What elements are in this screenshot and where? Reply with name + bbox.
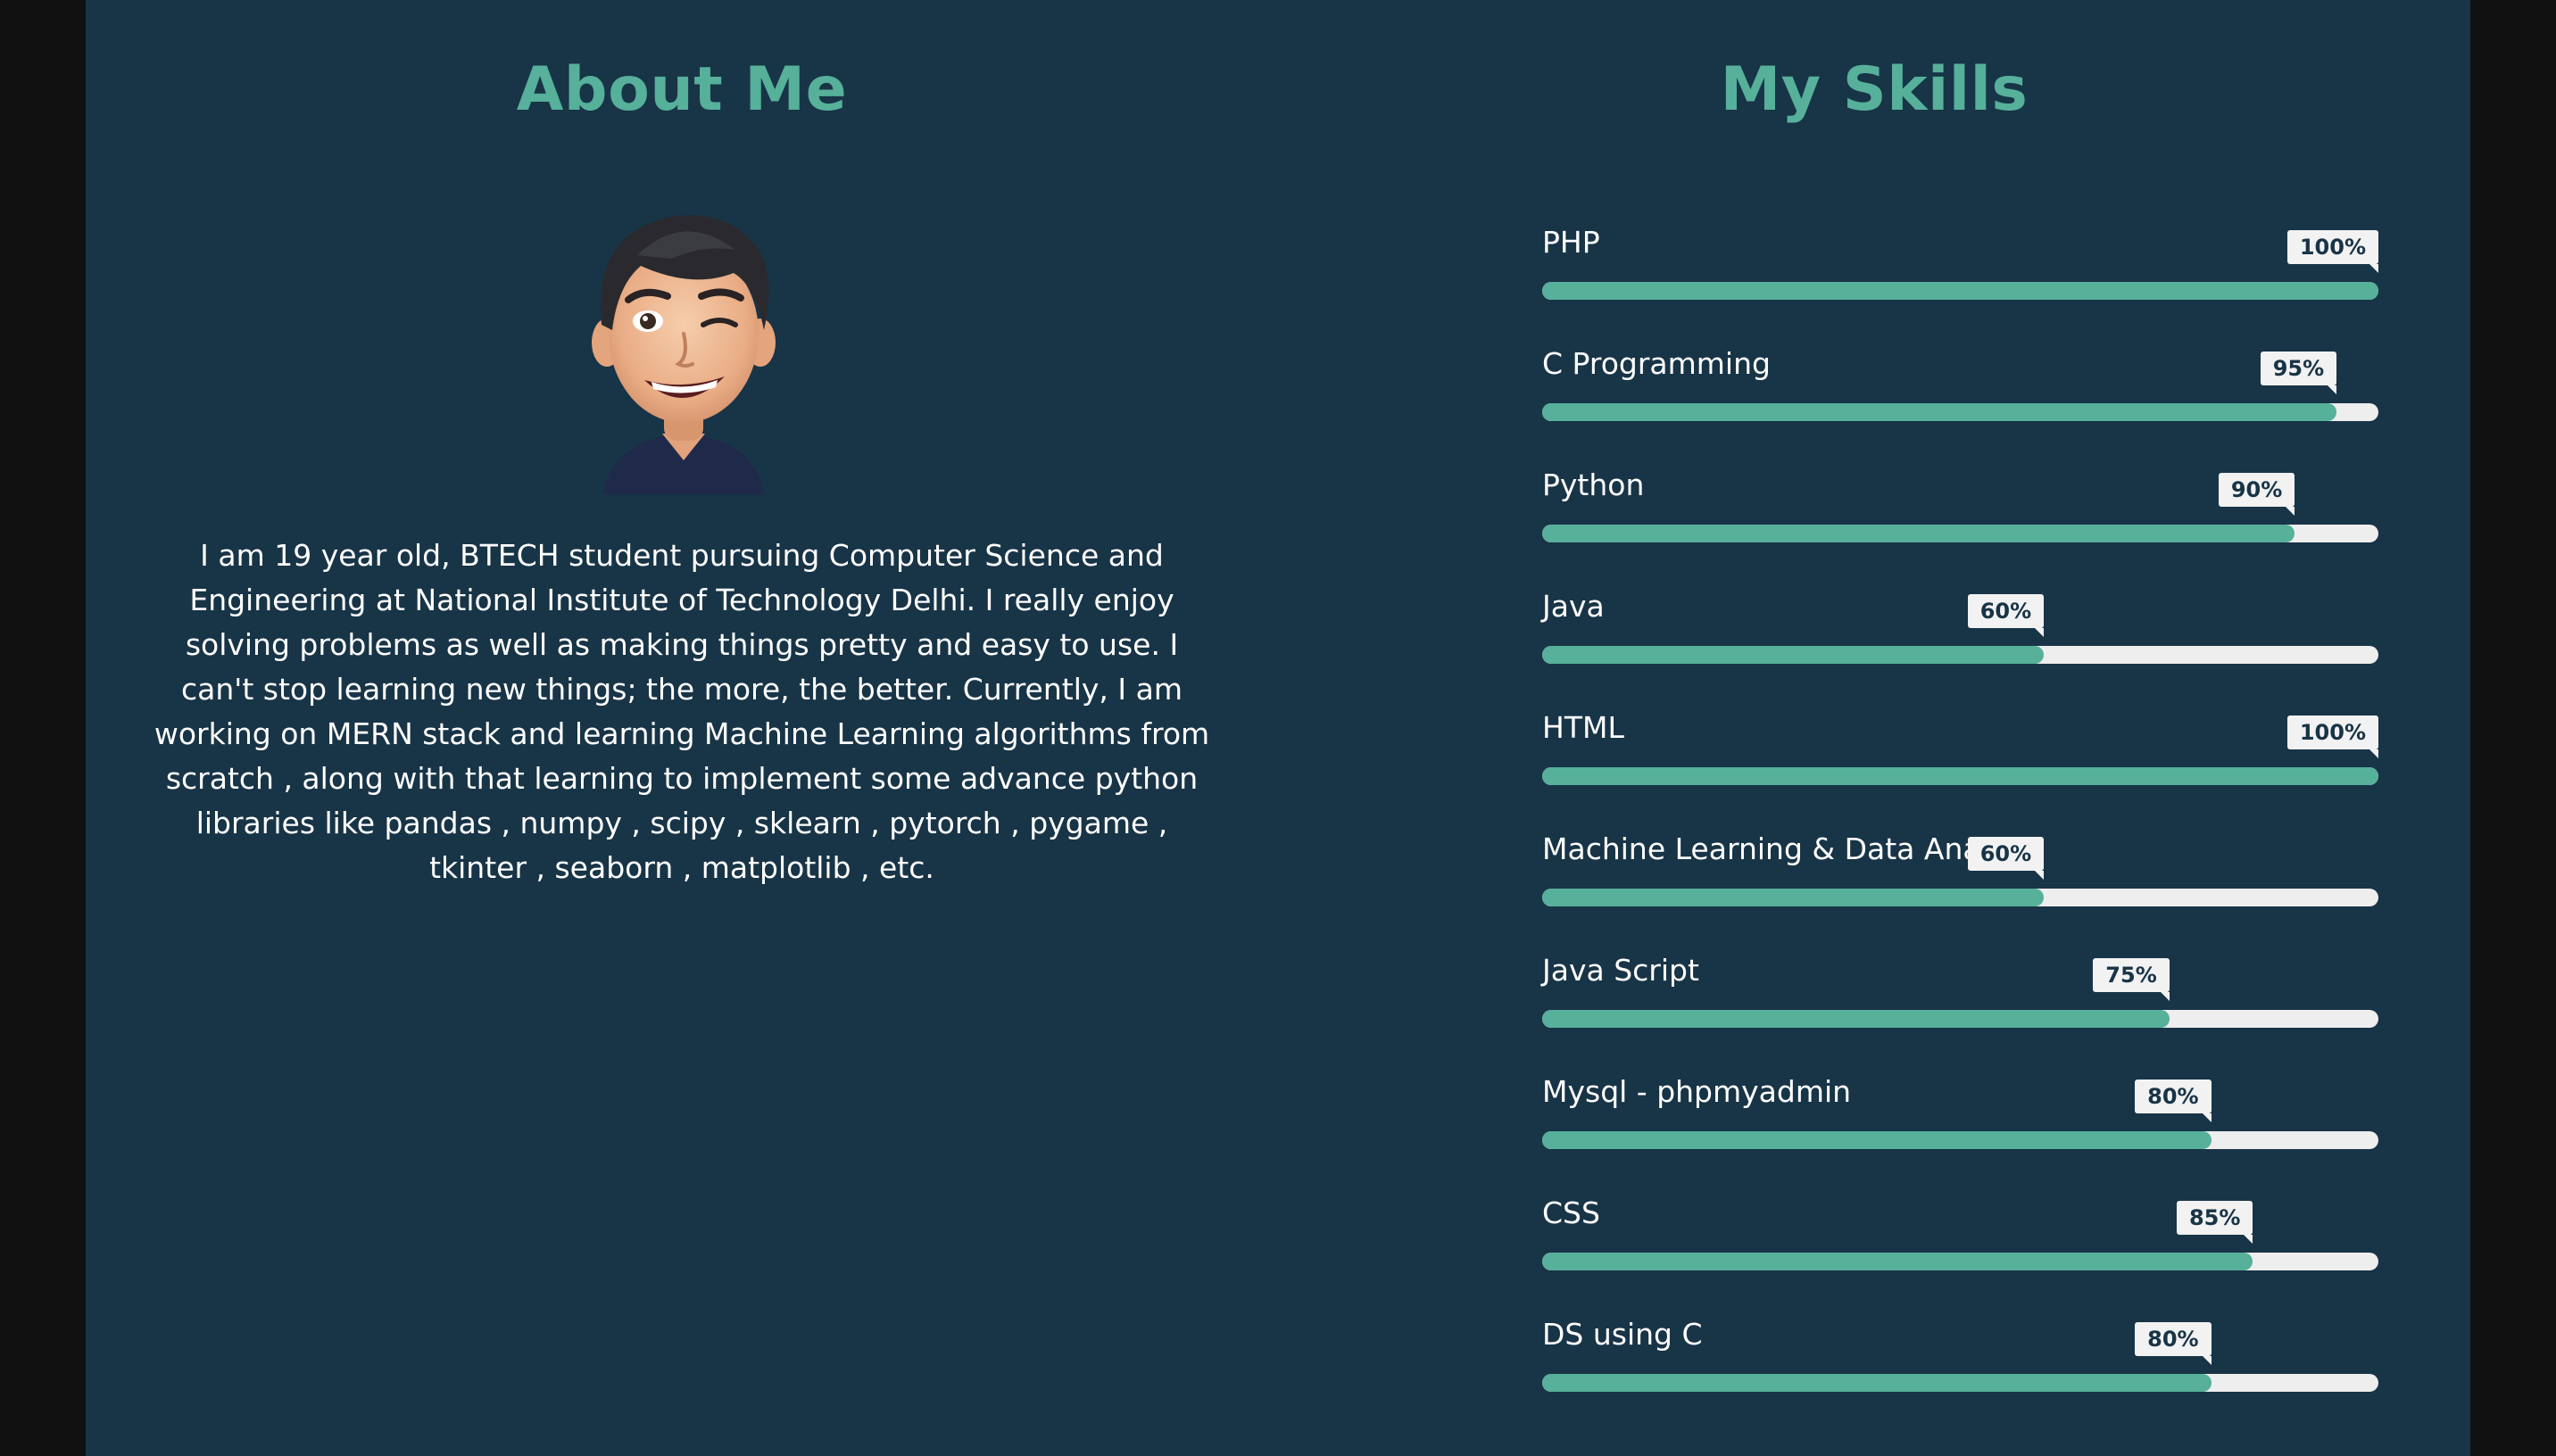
skill-percent-badge: 60% [1967,837,2045,880]
skill-name: Java [1542,589,1605,624]
skill-ds-using-c: DS using C 80% [1542,1303,2378,1424]
skill-name: Machine Learning & Data Ana [1542,831,1981,866]
about-title: About Me [516,54,848,125]
skill-percent-badge: 100% [2286,230,2379,273]
skill-progress-fill: 75% [1542,958,2170,1028]
skill-percent-badge: 60% [1967,594,2045,637]
skill-php: PHP 100% [1542,211,2379,332]
skill-progress-bar: 80% [1542,1080,2378,1149]
skill-progress-bar: 80% [1542,1322,2378,1392]
skill-c-programming: C Programming 95% [1542,332,2378,453]
memoji-avatar-icon [592,215,776,494]
skill-name: Java Script [1542,953,1699,988]
skill-progress-fill: 85% [1542,1201,2253,1270]
skill-html: HTML 100% [1542,696,2379,817]
skill-progress-bar: 60% [1542,837,2378,906]
skill-progress-bar: 100% [1542,716,2379,785]
skills-list: PHP 100% C Programming 95% Python 90% Ja… [1542,211,2379,1424]
skill-name: Python [1542,467,1645,502]
skill-progress-fill: 60% [1542,837,2045,906]
skill-progress-bar: 85% [1542,1201,2378,1270]
skill-percent-badge: 95% [2260,352,2337,394]
skill-python: Python 90% [1542,453,2378,575]
skill-java-script: Java Script 75% [1542,939,2378,1060]
skill-progress-bar: 95% [1542,352,2378,421]
skill-mysql: Mysql - phpmyadmin 80% [1542,1060,2378,1181]
skill-name: HTML [1542,710,1624,745]
skill-progress-bar: 90% [1542,473,2378,542]
skill-machine-learning: Machine Learning & Data Ana 60% [1542,817,2378,939]
skill-progress-fill: 60% [1542,594,2045,664]
skill-name: PHP [1542,225,1600,260]
skill-percent-badge: 90% [2218,473,2295,516]
skill-progress-fill: 100% [1542,230,2379,300]
skill-progress-bar: 60% [1542,594,2378,664]
skill-java: Java 60% [1542,575,2378,696]
skill-percent-badge: 80% [2135,1322,2212,1365]
skills-title: My Skills [1720,54,2029,125]
skill-progress-fill: 95% [1542,352,2337,421]
skill-progress-bar: 100% [1542,230,2379,300]
skill-percent-badge: 85% [2176,1201,2253,1244]
skill-percent-badge: 75% [2093,958,2170,1001]
skill-name: C Programming [1542,346,1771,381]
about-section: About Me I am 19 year old, BTECH student… [86,0,1278,1456]
skill-name: DS using C [1542,1317,1703,1352]
skill-progress-bar: 75% [1542,958,2378,1028]
skill-name: Mysql - phpmyadmin [1542,1074,1852,1109]
skill-css: CSS 85% [1542,1181,2378,1303]
skill-percent-badge: 100% [2286,716,2379,758]
skill-progress-fill: 90% [1542,473,2295,542]
skill-name: CSS [1542,1195,1600,1230]
skill-progress-fill: 80% [1542,1080,2212,1149]
about-description: I am 19 year old, BTECH student pursuing… [154,538,1210,885]
skill-progress-fill: 100% [1542,716,2379,785]
skill-percent-badge: 80% [2135,1080,2212,1122]
skills-section: My Skills PHP 100% C Programming 95% Pyt… [1278,0,2470,1456]
skill-progress-fill: 80% [1542,1322,2212,1392]
page-container: About Me I am 19 year old, BTECH student… [86,0,2470,1456]
